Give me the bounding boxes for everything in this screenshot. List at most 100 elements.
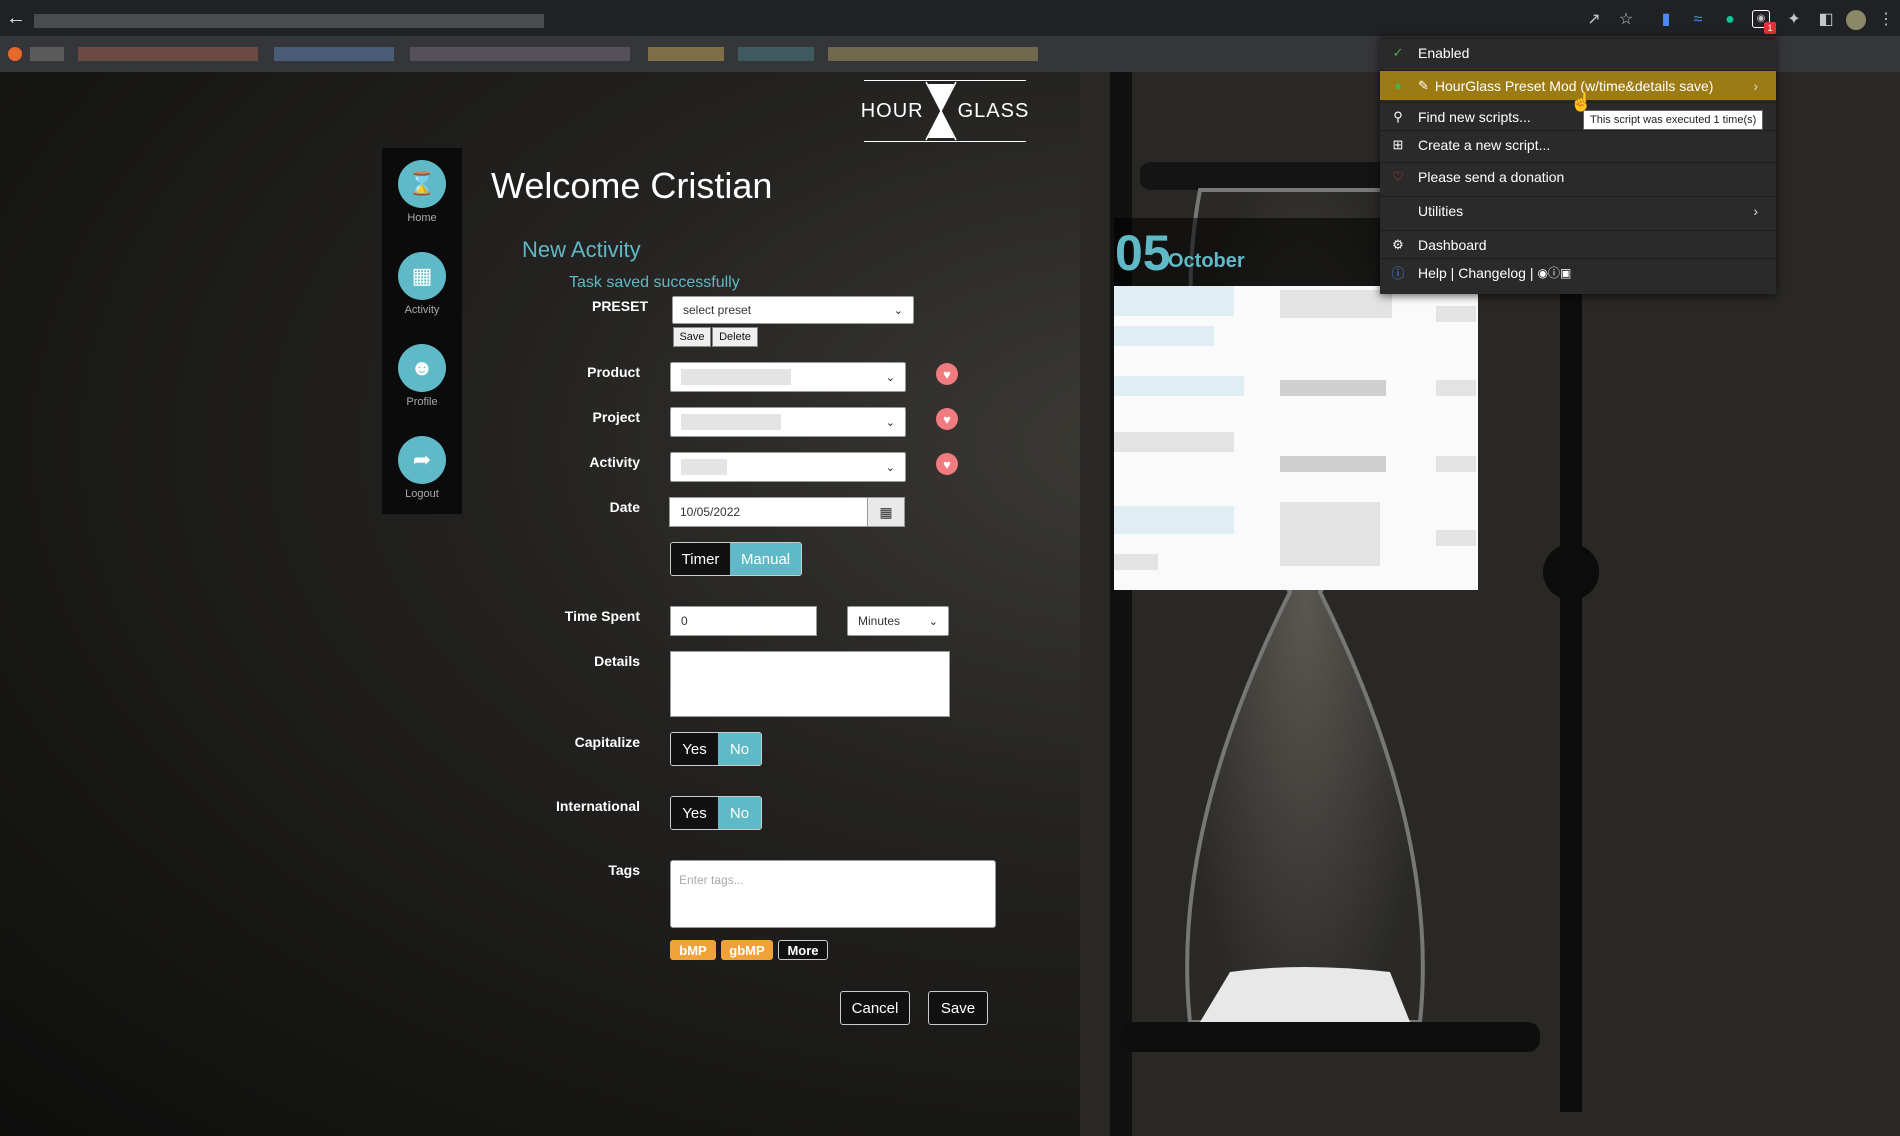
activity-favorite-heart-icon[interactable]: ♥ bbox=[936, 453, 958, 475]
pencil-icon: ✎ bbox=[1418, 77, 1429, 93]
menu-item-utilities[interactable]: Utilities › bbox=[1380, 196, 1776, 224]
capitalize-toggle: Yes No bbox=[670, 732, 762, 766]
share-icon[interactable]: ↗ bbox=[1584, 10, 1604, 30]
menu-item-enabled[interactable]: ✓ Enabled bbox=[1380, 38, 1776, 66]
address-bar-blurred[interactable] bbox=[34, 14, 544, 28]
bookmark-blurred[interactable] bbox=[828, 47, 1038, 61]
hourglass-logo[interactable]: HOUR GLASS bbox=[860, 80, 1028, 142]
time-spent-input[interactable]: 0 bbox=[670, 606, 817, 636]
blurred-entry bbox=[1114, 326, 1214, 346]
bookmark-blurred[interactable] bbox=[648, 47, 724, 61]
preset-delete-button[interactable]: Delete bbox=[712, 327, 758, 347]
bookmark-blurred[interactable] bbox=[274, 47, 394, 61]
blurred-entry bbox=[1436, 530, 1476, 546]
sidebar-item-activity[interactable]: ▦ Activity bbox=[382, 252, 462, 316]
bookmark-blurred[interactable] bbox=[30, 47, 64, 61]
time-unit-select[interactable]: Minutes ⌄ bbox=[847, 606, 949, 636]
calendar-icon[interactable]: ▦ bbox=[867, 497, 905, 527]
menu-item-dashboard[interactable]: ⚙ Dashboard bbox=[1380, 230, 1776, 258]
tag-chip-bmp[interactable]: bMP bbox=[670, 940, 716, 960]
timer-button[interactable]: Timer bbox=[671, 543, 731, 575]
chevron-right-icon: › bbox=[1753, 202, 1758, 219]
github-icon[interactable]: ◉ bbox=[1537, 266, 1547, 280]
extension-icon[interactable]: ▮ bbox=[1656, 10, 1676, 30]
save-button[interactable]: Save bbox=[928, 991, 988, 1025]
facebook-icon[interactable]: ⓘ bbox=[1548, 264, 1560, 281]
preset-save-button[interactable]: Save bbox=[673, 327, 711, 347]
product-label: Product bbox=[587, 364, 640, 380]
calendar-month: October bbox=[1168, 250, 1245, 272]
kebab-menu-icon[interactable]: ⋮ bbox=[1876, 10, 1896, 30]
menu-item-label: Dashboard bbox=[1418, 236, 1487, 253]
blurred-entry bbox=[1436, 456, 1476, 472]
tag-chip-gbmp[interactable]: gbMP bbox=[721, 940, 773, 960]
blurred-entry bbox=[1114, 554, 1158, 570]
plus-square-icon: ⊞ bbox=[1392, 136, 1404, 152]
menu-item-label: Enabled bbox=[1418, 44, 1470, 61]
blurred-entry bbox=[1114, 432, 1234, 452]
tampermonkey-menu: ✓ Enabled ● ✎ HourGlass Preset Mod (w/ti… bbox=[1380, 36, 1776, 294]
bookmark-blurred[interactable] bbox=[410, 47, 630, 61]
blurred-entry bbox=[1280, 380, 1386, 396]
avatar[interactable] bbox=[1846, 10, 1866, 30]
browser-tab-strip: ← ↗ ☆ ▮ ≈ ● ◉ 1 ✦ ◧ ⋮ bbox=[0, 0, 1900, 36]
capitalize-no-button[interactable]: No bbox=[717, 733, 761, 765]
sidebar-item-logout[interactable]: ➦ Logout bbox=[382, 436, 462, 500]
preset-select[interactable]: select preset ⌄ bbox=[672, 296, 914, 324]
instagram-icon[interactable]: ▣ bbox=[1560, 266, 1571, 280]
time-unit-value: Minutes bbox=[858, 614, 901, 628]
bookmark-blurred[interactable] bbox=[738, 47, 814, 61]
logo-text-left: HOUR bbox=[860, 99, 924, 122]
activity-select[interactable]: ⌄ bbox=[670, 452, 906, 482]
sidepanel-icon[interactable]: ◧ bbox=[1816, 10, 1836, 30]
menu-item-help[interactable]: ⓘ Help | Changelog | ◉ ⓘ ▣ bbox=[1380, 258, 1776, 286]
user-icon: ☻ bbox=[398, 344, 446, 392]
details-label: Details bbox=[594, 653, 640, 669]
blurred-entry bbox=[1114, 506, 1234, 534]
success-message: Task saved successfully bbox=[569, 274, 740, 291]
project-favorite-heart-icon[interactable]: ♥ bbox=[936, 408, 958, 430]
date-input[interactable]: 10/05/2022 bbox=[669, 497, 869, 527]
search-icon: ⚲ bbox=[1393, 108, 1403, 124]
menu-item-label: Help | Changelog | bbox=[1418, 264, 1534, 281]
check-icon: ✓ bbox=[1392, 44, 1404, 60]
chevron-down-icon: ⌄ bbox=[893, 304, 903, 317]
product-favorite-heart-icon[interactable]: ♥ bbox=[936, 363, 958, 385]
firefox-icon[interactable] bbox=[8, 47, 22, 61]
menu-item-label: Create a new script... bbox=[1418, 136, 1551, 153]
heart-icon: ♡ bbox=[1392, 168, 1404, 184]
project-select[interactable]: ⌄ bbox=[670, 407, 906, 437]
manual-button[interactable]: Manual bbox=[730, 543, 801, 575]
menu-item-label: Utilities bbox=[1418, 202, 1464, 219]
sidebar-item-home[interactable]: ⌛ Home bbox=[382, 160, 462, 224]
capitalize-yes-button[interactable]: Yes bbox=[671, 733, 718, 765]
activity-value-blurred bbox=[681, 459, 727, 475]
star-icon[interactable]: ☆ bbox=[1616, 10, 1636, 30]
sidebar-item-label: Logout bbox=[405, 488, 439, 500]
bookmark-blurred[interactable] bbox=[78, 47, 258, 61]
activity-label: Activity bbox=[589, 454, 640, 470]
chevron-down-icon: ⌄ bbox=[885, 416, 895, 429]
mode-toggle: Timer Manual bbox=[670, 542, 802, 576]
details-textarea[interactable] bbox=[670, 651, 950, 717]
sidebar: ⌛ Home ▦ Activity ☻ Profile ➦ Logout bbox=[382, 148, 462, 514]
logo-hourglass-icon bbox=[924, 80, 958, 142]
cancel-button[interactable]: Cancel bbox=[840, 991, 910, 1025]
product-select[interactable]: ⌄ bbox=[670, 362, 906, 392]
puzzle-icon[interactable]: ✦ bbox=[1784, 10, 1804, 30]
grammarly-icon[interactable]: ● bbox=[1720, 10, 1740, 30]
sidebar-item-profile[interactable]: ☻ Profile bbox=[382, 344, 462, 408]
product-value-blurred bbox=[681, 369, 791, 385]
extension-icon[interactable]: ≈ bbox=[1688, 10, 1708, 30]
page-title: Welcome Cristian bbox=[491, 165, 773, 206]
tags-input[interactable]: Enter tags... bbox=[670, 860, 996, 928]
chevron-down-icon: ⌄ bbox=[885, 371, 895, 384]
more-tags-button[interactable]: More bbox=[778, 940, 828, 960]
international-no-button[interactable]: No bbox=[717, 797, 761, 829]
international-yes-button[interactable]: Yes bbox=[671, 797, 718, 829]
arrow-left-icon[interactable]: ← bbox=[6, 8, 26, 28]
menu-item-create-script[interactable]: ⊞ Create a new script... bbox=[1380, 130, 1776, 158]
menu-item-donation[interactable]: ♡ Please send a donation bbox=[1380, 162, 1776, 190]
calendar-icon: ▦ bbox=[398, 252, 446, 300]
preset-label: PRESET bbox=[591, 298, 648, 314]
